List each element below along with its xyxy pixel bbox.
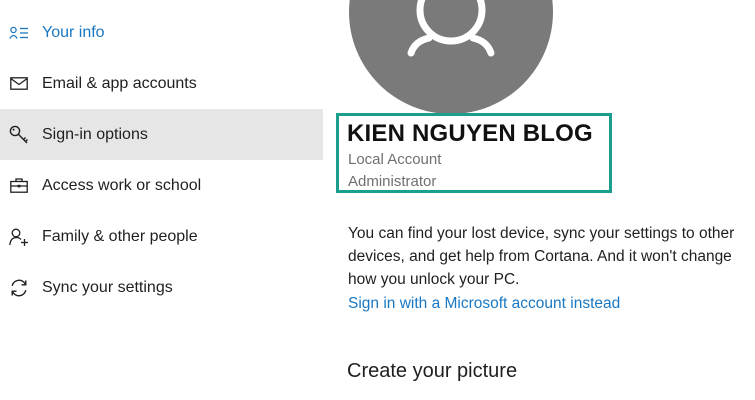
sync-icon — [8, 277, 30, 299]
avatar — [349, 0, 553, 114]
sidebar-item-label: Sign-in options — [42, 125, 148, 143]
sidebar-item-label: Email & app accounts — [42, 74, 197, 92]
account-name: KIEN NGUYEN BLOG — [347, 120, 593, 147]
person-add-icon — [8, 226, 30, 248]
sidebar-item-label: Sync your settings — [42, 278, 173, 296]
mail-icon — [8, 73, 30, 95]
sidebar-item-label: Access work or school — [42, 176, 202, 194]
sidebar-item-label: Your info — [42, 23, 105, 41]
user-silhouette-icon — [407, 0, 495, 57]
account-description: You can find your lost device, sync your… — [348, 225, 735, 288]
sidebar-item-label: Family & other people — [42, 227, 198, 245]
sidebar-item-sign-in-options[interactable]: Sign-in options — [0, 109, 323, 160]
key-icon — [8, 124, 30, 146]
sidebar-item-access-work-school[interactable]: Access work or school — [0, 160, 323, 211]
sidebar-item-sync-settings[interactable]: Sync your settings — [0, 262, 323, 313]
settings-window: Your info Email & app accounts Sign-in o… — [0, 0, 755, 400]
main-content: KIEN NGUYEN BLOG Local Account Administr… — [323, 0, 755, 400]
your-info-icon — [8, 22, 30, 44]
account-role: Administrator — [348, 173, 437, 190]
create-picture-heading: Create your picture — [347, 360, 518, 382]
sidebar-item-family-other-people[interactable]: Family & other people — [0, 211, 323, 262]
briefcase-icon — [8, 175, 30, 197]
settings-sidebar: Your info Email & app accounts Sign-in o… — [0, 0, 323, 400]
account-type: Local Account — [348, 151, 442, 168]
sidebar-item-email-accounts[interactable]: Email & app accounts — [0, 58, 323, 109]
sign-in-microsoft-link[interactable]: Sign in with a Microsoft account instead — [348, 295, 620, 313]
sidebar-item-your-info[interactable]: Your info — [0, 7, 323, 58]
